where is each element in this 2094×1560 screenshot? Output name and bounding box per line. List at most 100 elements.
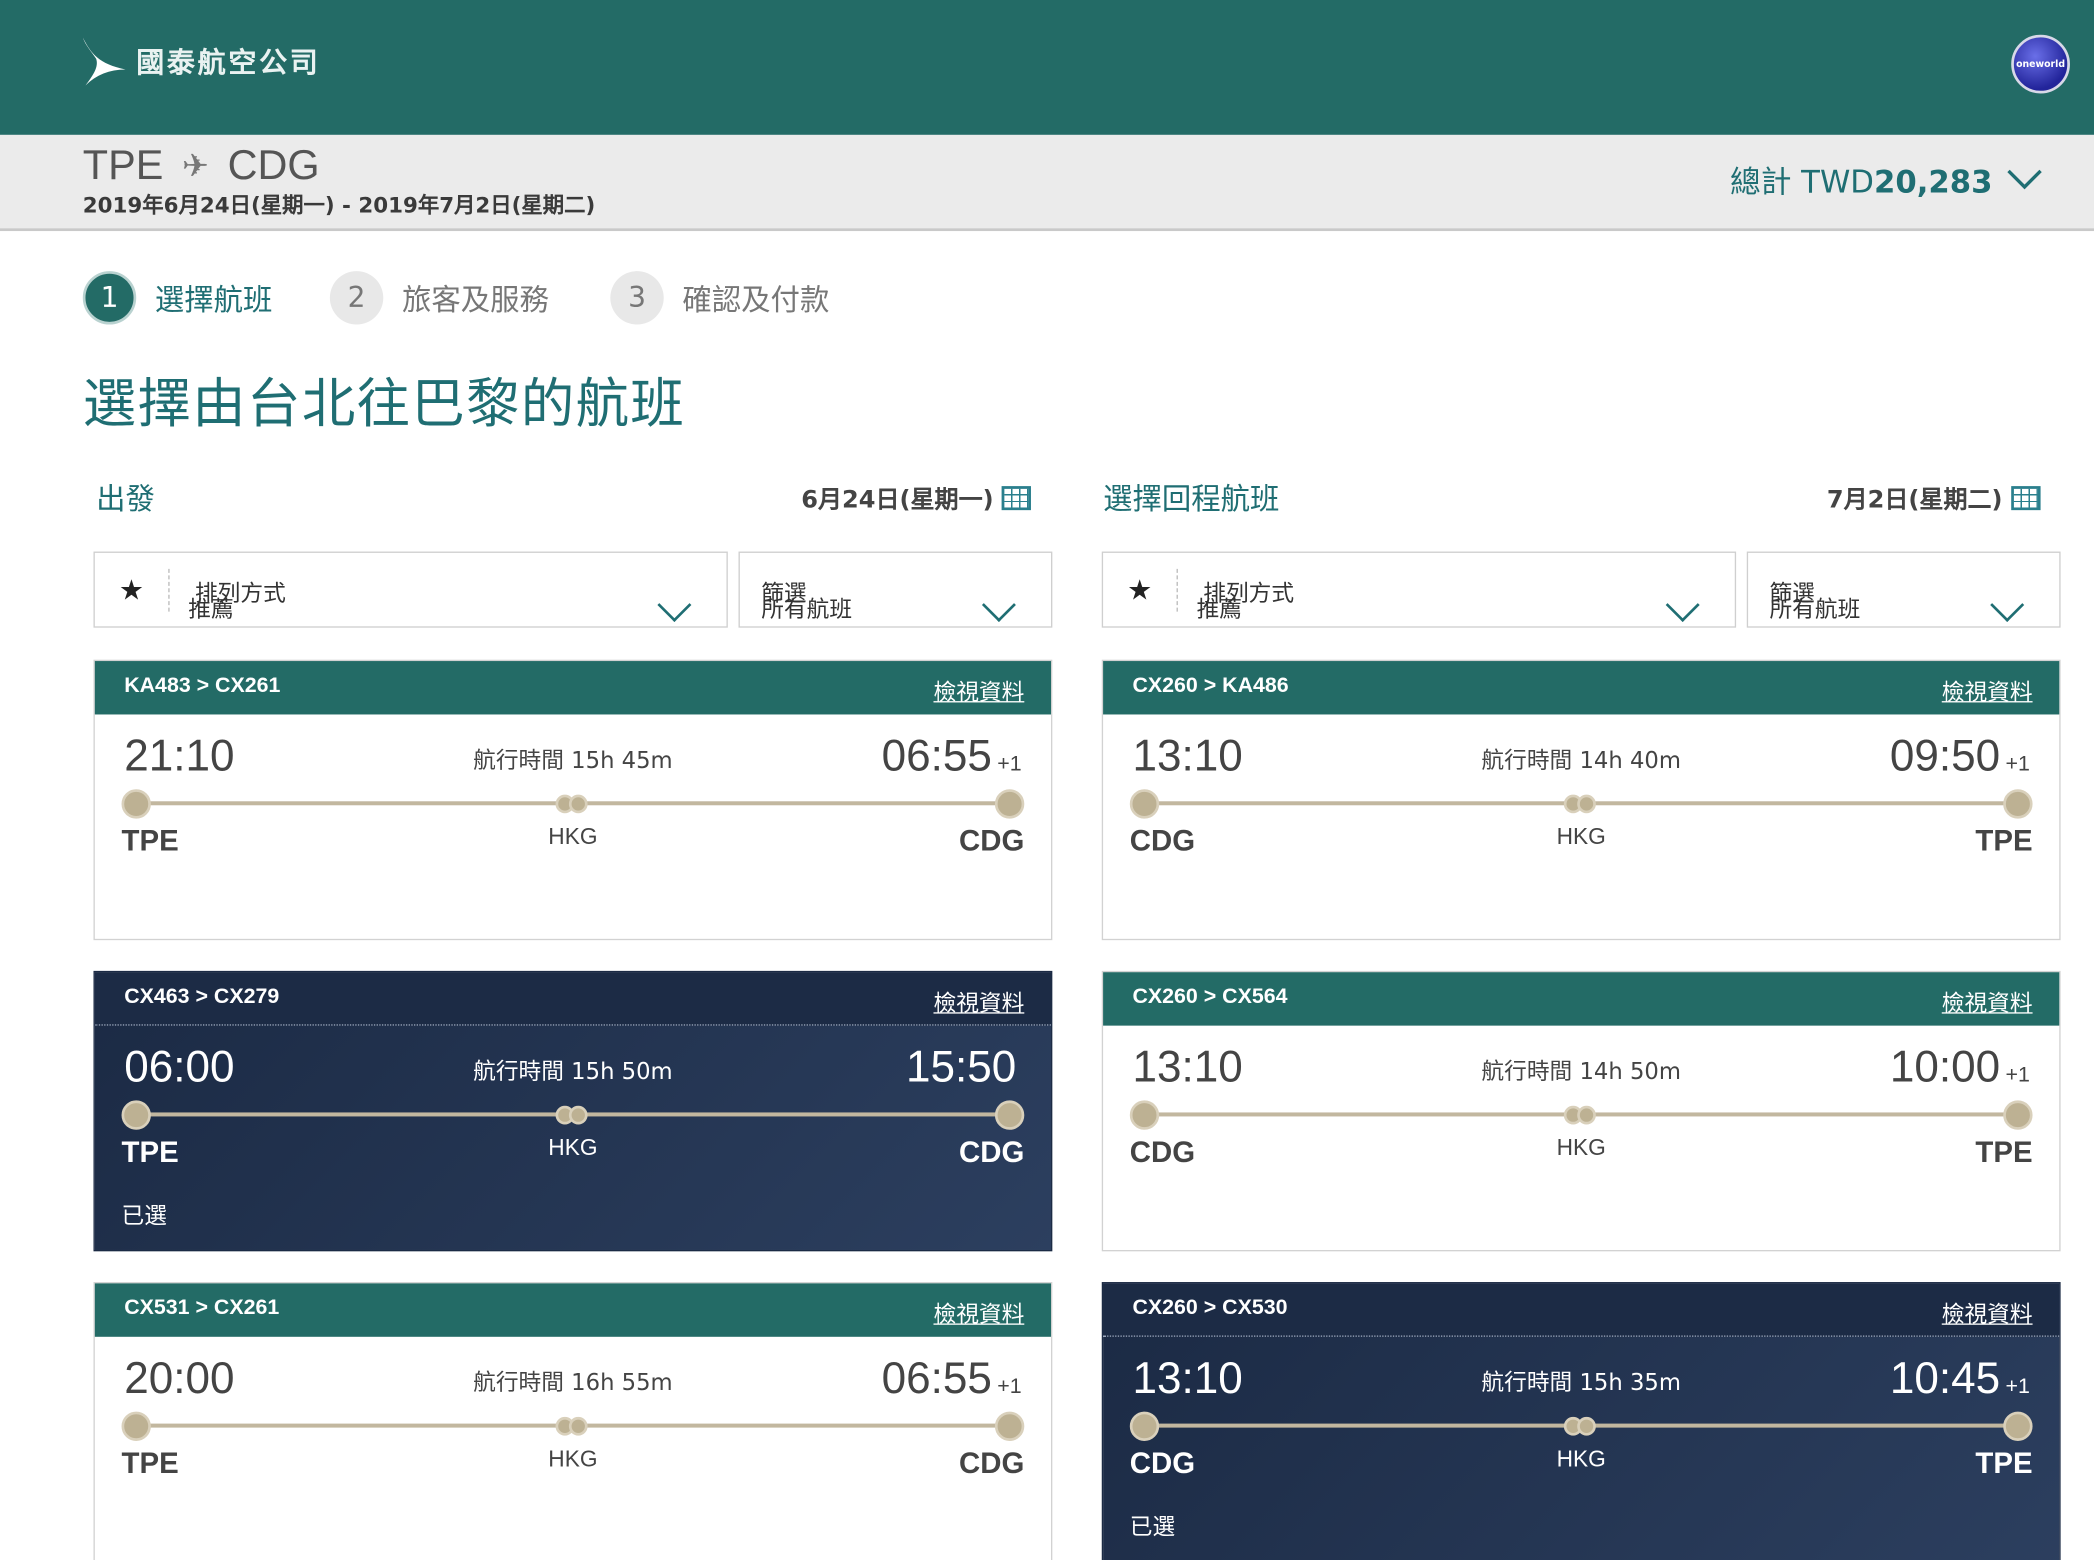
inbound-sort-dropdown[interactable]: ★ 排列方式 推薦 (1101, 551, 1737, 628)
flight-card[interactable]: CX260 > CX564 檢視資料 13:10 航行時間 14h 50m 10… (1101, 970, 2061, 1252)
stopover-dots (1563, 1416, 1601, 1436)
flight-card-header: CX463 > CX279 檢視資料 (94, 972, 1052, 1026)
outbound-filter-dropdown[interactable]: 篩選 所有航班 (738, 551, 1053, 628)
next-day-indicator: +1 (2005, 1375, 2030, 1399)
origin-dot (121, 789, 151, 819)
origin-code: TPE (82, 141, 164, 189)
arrival-time: 06:55 (881, 1352, 992, 1403)
divider (168, 568, 170, 612)
step-label: 旅客及服務 (401, 284, 549, 318)
arrival-time: 10:45 (1889, 1352, 2001, 1403)
flight-card[interactable]: CX260 > CX530 檢視資料 13:10 航行時間 15h 35m 10… (1101, 1282, 2061, 1560)
view-details-link[interactable]: 檢視資料 (1942, 984, 2033, 1018)
destination-code: CDG (959, 823, 1025, 858)
flight-numbers: KA483 > CX261 (124, 674, 281, 698)
sort-value: 推薦 (188, 596, 234, 624)
inbound-filter-dropdown[interactable]: 篩選 所有航班 (1746, 551, 2061, 628)
step-number: 3 (610, 271, 664, 325)
divider (1176, 568, 1178, 612)
stopover-dots (555, 1416, 593, 1436)
total-price-toggle[interactable]: 總計 TWD20,283 (1730, 156, 2043, 201)
view-details-link[interactable]: 檢視資料 (1942, 1295, 2033, 1329)
stopover-code: HKG (1556, 823, 1606, 850)
arrival-time: 10:00 (1889, 1041, 2001, 1092)
stopover-dots (1563, 1105, 1601, 1125)
outbound-date: 6月24日(星期一) (801, 486, 994, 515)
flight-numbers: CX463 > CX279 (124, 985, 280, 1009)
chevron-down-icon (2007, 169, 2042, 190)
brushwing-icon (82, 37, 126, 86)
step-passengers: 2 旅客及服務 (329, 271, 549, 325)
star-icon: ★ (1127, 574, 1153, 607)
next-day-indicator: +1 (997, 753, 1022, 776)
arrival-time-group: 10:00 +1 (1890, 1042, 2030, 1093)
outbound-sort-dropdown[interactable]: ★ 排列方式 推薦 (93, 551, 728, 628)
step-select-flights: 1 選擇航班 (82, 271, 272, 325)
oneworld-badge: oneworld (2011, 34, 2070, 94)
view-details-link[interactable]: 檢視資料 (933, 1295, 1024, 1329)
origin-dot (121, 1100, 151, 1130)
outbound-date-picker[interactable]: 6月24日(星期一) (801, 481, 1032, 516)
cathay-logo[interactable]: 國泰航空公司 (80, 29, 360, 93)
origin-dot (1129, 1100, 1160, 1130)
destination-dot (2003, 1411, 2033, 1441)
flight-card-header: CX531 > CX261 檢視資料 (94, 1283, 1052, 1337)
arrival-time-group: 09:50 +1 (1890, 730, 2030, 781)
destination-code: CDG (959, 1446, 1025, 1480)
page-title: 選擇由台北往巴黎的航班 (82, 373, 686, 436)
stopover-code: HKG (1556, 1446, 1606, 1472)
arrival-time-group: 15:50 (906, 1042, 1022, 1093)
filter-value: 所有航班 (1769, 596, 1861, 624)
step-number: 2 (329, 271, 384, 325)
selected-label: 已選 (1129, 1514, 1176, 1542)
origin-dot (1129, 1411, 1160, 1441)
step-label: 確認及付款 (682, 284, 830, 318)
destination-dot (2003, 789, 2033, 819)
flight-card-header: KA483 > CX261 檢視資料 (94, 661, 1052, 715)
arrival-time: 06:55 (881, 730, 992, 780)
destination-code: CDG (227, 141, 320, 189)
destination-dot (994, 1411, 1025, 1441)
arrival-time-group: 06:55 +1 (882, 730, 1022, 781)
destination-code: TPE (1975, 1135, 2033, 1169)
stopover-dots (1563, 794, 1601, 814)
origin-dot (1129, 789, 1160, 819)
inbound-date-picker[interactable]: 7月2日(星期二) (1827, 481, 2040, 516)
trip-dates: 2019年6月24日(星期一) - 2019年7月2日(星期二) (82, 192, 596, 218)
filter-value: 所有航班 (761, 596, 853, 624)
flight-numbers: CX531 > CX261 (124, 1296, 280, 1320)
logo-text: 國泰航空公司 (136, 46, 321, 79)
stopover-code: HKG (548, 1135, 598, 1161)
stopover-code: HKG (548, 1446, 598, 1472)
arrival-time: 15:50 (905, 1041, 1017, 1092)
chevron-down-icon (981, 587, 1016, 622)
destination-dot (2003, 1100, 2033, 1130)
stopover-dots (555, 794, 593, 814)
destination-code: TPE (1975, 823, 2033, 858)
next-day-indicator: +1 (997, 1375, 1022, 1399)
airplane-icon: ✈ (182, 147, 209, 184)
route-title: TPE ✈ CDG (83, 142, 320, 190)
origin-dot (121, 1411, 151, 1441)
selected-label: 已選 (121, 1203, 167, 1230)
destination-dot (994, 789, 1025, 819)
total-label: 總計 TWD (1729, 165, 1874, 201)
flight-card[interactable]: CX463 > CX279 檢視資料 06:00 航行時間 15h 50m 15… (93, 970, 1053, 1252)
flight-numbers: CX260 > CX530 (1132, 1296, 1288, 1320)
chevron-down-icon (657, 587, 692, 622)
view-details-link[interactable]: 檢視資料 (933, 673, 1024, 707)
step-number: 1 (82, 271, 137, 325)
flight-card[interactable]: CX260 > KA486 檢視資料 13:10 航行時間 14h 40m 09… (1101, 659, 2061, 941)
inbound-heading: 選擇回程航班 (1103, 483, 1280, 517)
view-details-link[interactable]: 檢視資料 (1942, 673, 2033, 707)
calendar-icon (1001, 486, 1032, 511)
flight-card[interactable]: KA483 > CX261 檢視資料 21:10 航行時間 15h 45m 06… (93, 659, 1053, 941)
step-payment: 3 確認及付款 (610, 271, 830, 325)
flight-card-header: CX260 > CX564 檢視資料 (1103, 972, 2060, 1026)
flight-card[interactable]: CX531 > CX261 檢視資料 20:00 航行時間 16h 55m 06… (93, 1282, 1053, 1560)
stopover-code: HKG (1556, 1135, 1606, 1161)
stopover-code: HKG (548, 823, 598, 850)
view-details-link[interactable]: 檢視資料 (933, 984, 1024, 1018)
chevron-down-icon (1665, 587, 1700, 622)
next-day-indicator: +1 (2005, 1064, 2030, 1088)
